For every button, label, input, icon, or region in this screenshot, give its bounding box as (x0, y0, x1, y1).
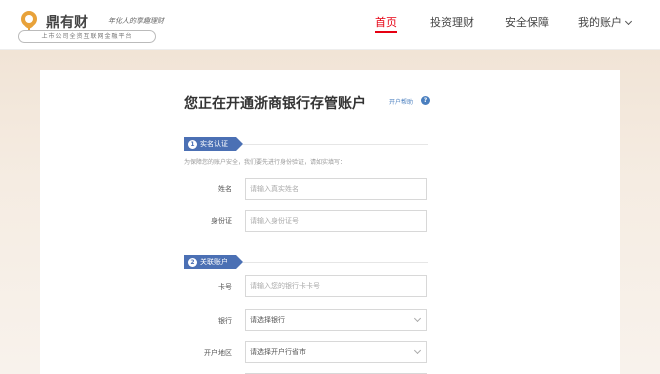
help-icon[interactable]: ? (421, 96, 430, 105)
card-number-label: 卡号 (218, 283, 232, 291)
page-title: 您正在开通浙商银行存管账户 (184, 96, 366, 112)
nav-my-account[interactable]: 我的账户 (578, 14, 633, 30)
brand-logo[interactable]: 鼎有财 年化人的享趣理财 上市公司全资互联网金融平台 (18, 8, 168, 44)
bank-select[interactable]: 请选择银行 (245, 309, 427, 331)
identity-note: 为保障您的账户安全，我们要先进行身份验证，请如实填写： (184, 159, 347, 166)
region-select[interactable]: 请选择开户行省市 (245, 341, 427, 363)
name-label: 姓名 (218, 185, 232, 193)
section-identity-tag: 1 实名认证 (184, 137, 243, 151)
nav-invest[interactable]: 投资理财 (430, 14, 474, 30)
region-label: 开户地区 (204, 349, 232, 357)
nav-active-indicator (375, 31, 397, 33)
nav-home[interactable]: 首页 (375, 14, 397, 30)
nav-my-account-label: 我的账户 (578, 16, 622, 29)
card-number-field[interactable] (245, 275, 427, 297)
id-number-label: 身份证 (211, 217, 232, 225)
bank-select-value: 请选择银行 (250, 316, 285, 324)
brand-logo-icon (21, 11, 37, 31)
section-number-1: 1 (188, 140, 197, 149)
bank-label: 银行 (218, 317, 232, 325)
chevron-down-icon (413, 346, 422, 355)
section-link-account-title: 关联账户 (200, 258, 228, 266)
nav-security[interactable]: 安全保障 (505, 14, 549, 30)
section-number-2: 2 (188, 258, 197, 267)
chevron-down-icon (624, 17, 633, 26)
section-divider (243, 262, 428, 263)
section-identity-title: 实名认证 (200, 140, 228, 148)
top-header: 鼎有财 年化人的享趣理财 上市公司全资互联网金融平台 首页 投资理财 安全保障 … (0, 0, 660, 50)
id-number-field[interactable] (245, 210, 427, 232)
brand-subtitle: 上市公司全资互联网金融平台 (18, 30, 156, 43)
section-link-account-tag: 2 关联账户 (184, 255, 243, 269)
brand-slogan: 年化人的享趣理财 (108, 17, 164, 25)
section-divider (243, 144, 428, 145)
brand-name: 鼎有财 (46, 15, 88, 31)
name-field[interactable] (245, 178, 427, 200)
region-select-value: 请选择开户行省市 (250, 348, 306, 356)
help-link[interactable]: 开户帮助 (389, 97, 413, 106)
chevron-down-icon (413, 314, 422, 323)
